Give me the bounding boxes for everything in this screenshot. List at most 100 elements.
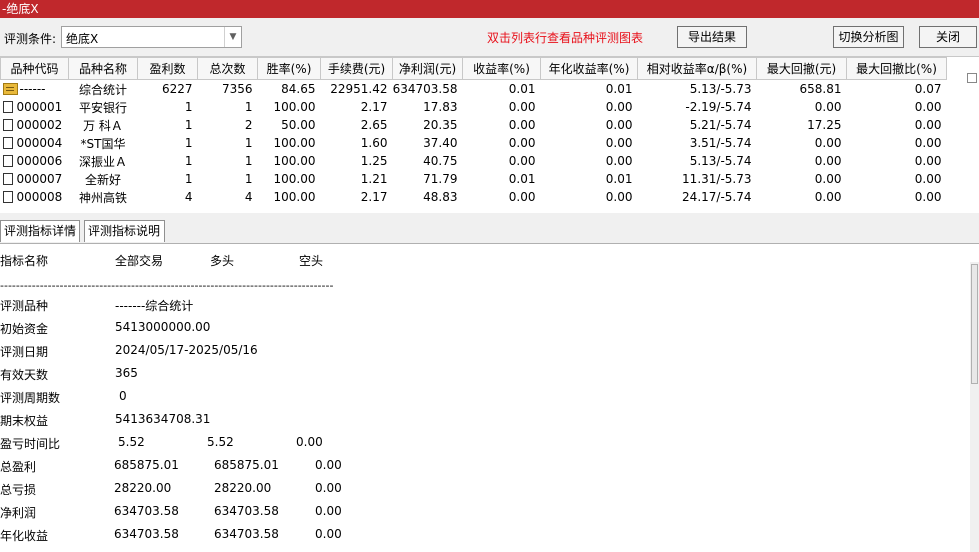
cell: 11.31/-5.73 [682,172,752,186]
cell: 0.00 [914,100,942,114]
metric-short-value: 0.00 [315,504,342,518]
metric-label: 评测品种 [0,299,49,313]
cell: 24.17/-5.74 [682,190,752,204]
cell: 0.01 [605,82,633,96]
table-row[interactable]: ------ 综合统计 6227 7356 84.65 22951.42 634703.58… [1,80,947,99]
column-header[interactable]: 最大回撤(元) [756,57,847,80]
detail-tabs: 评测指标详情 评测指标说明 [0,213,979,244]
cell: 17.83 [423,100,458,114]
column-header[interactable]: 相对收益率α/β(%) [637,57,757,80]
cell: 1 [184,100,193,114]
column-header[interactable]: 最大回撤比(%) [846,57,947,80]
cell: 1 [184,154,193,168]
cell: 0.00 [814,100,842,114]
cell: 1 [244,154,253,168]
condition-select[interactable]: 绝底X ▼ [61,26,242,48]
cell: 0.00 [914,172,942,186]
column-header[interactable]: 品种代码 [0,57,69,80]
divider-line: ----------------------------------------… [0,279,334,292]
cell: 1.21 [360,172,388,186]
metric-long-value: 634703.58 [214,504,279,518]
cell: 0.00 [508,190,536,204]
cell: 71.79 [423,172,458,186]
metric-all-value: 5413634708.31 [115,412,211,426]
cell: 000001 [1,98,69,116]
cell: 0.01 [605,172,633,186]
cell: 0.00 [508,154,536,168]
column-header[interactable]: 手续费(元) [320,57,393,80]
table-row[interactable]: 000004 *ST国华 1 1 100.00 1.60 37.40 0.00 0.00 3.51… [1,134,947,152]
cell-code: 000002 [16,118,63,132]
title-bar: -绝底X [0,0,979,18]
cell: 0.00 [914,118,942,132]
condition-value: 绝底X [66,32,99,46]
cell: 5.13/-5.74 [689,154,752,168]
cell: 3.51/-5.74 [689,136,752,150]
chevron-down-icon[interactable]: ▼ [224,27,241,47]
document-icon [2,101,13,113]
metric-short-value: 0.00 [315,527,342,541]
metric-label: 总亏损 [0,483,37,497]
cell: 658.81 [799,82,842,96]
column-header[interactable]: 净利润(元) [392,57,463,80]
document-icon [2,137,13,149]
scrollbar-thumb[interactable] [971,264,978,384]
column-header[interactable]: 胜率(%) [257,57,321,80]
cell: 0.00 [814,136,842,150]
metric-label: 有效天数 [0,368,49,382]
results-grid[interactable]: 品种代码 品种名称 盈利数 总次数 胜率(%) 手续费(元) 净利润(元) 收益率(%) 年化收… [0,56,979,214]
cell: ------ [1,80,69,99]
cell: 0.00 [914,136,942,150]
column-header[interactable]: 总次数 [197,57,258,80]
cell: 5.21/-5.74 [689,118,752,132]
tab-detail[interactable]: 评测指标详情 [0,220,80,242]
metric-long-value: 634703.58 [214,527,279,541]
cell: 100.00 [273,172,316,186]
cell: 1 [244,172,253,186]
table-row[interactable]: 000006 深振业Ａ 1 1 100.00 1.25 40.75 0.00 0.00 5.13/… [1,152,947,170]
column-header[interactable]: 收益率(%) [462,57,541,80]
cell: 0.00 [914,154,942,168]
cell-code: 000007 [16,172,63,186]
cell: 40.75 [423,154,458,168]
table-row[interactable]: 000002 万 科Ａ 1 2 50.00 2.65 20.35 0.00 0.00 5.21/-… [1,116,947,134]
detail-header-long: 多头 [210,254,235,268]
detail-header-name: 指标名称 [0,254,49,268]
table-row[interactable]: 000007 全新好 1 1 100.00 1.21 71.79 0.01 0.01 11.31/… [1,170,947,188]
export-button[interactable]: 导出结果 [677,26,747,48]
cell: 1.25 [360,154,388,168]
close-button[interactable]: 关闭 [919,26,977,48]
cell: 0.07 [914,82,942,96]
column-header[interactable]: 品种名称 [68,57,138,80]
tab-explain[interactable]: 评测指标说明 [84,220,165,242]
hint-text: 双击列表行查看品种评测图表 [487,31,644,45]
column-header[interactable]: 盈利数 [137,57,198,80]
cell: 1 [184,118,193,132]
metric-all-value: 634703.58 [114,527,179,541]
cell: 0.01 [508,172,536,186]
table-row[interactable]: 000001 平安银行 1 1 100.00 2.17 17.83 0.00 0.00 -2.19… [1,98,947,116]
cell: 17.25 [807,118,842,132]
document-icon [2,119,13,131]
cell: 1 [184,136,193,150]
cell: 100.00 [273,136,316,150]
cell: 0.00 [914,190,942,204]
cell: 0.01 [508,82,536,96]
cell: 000002 [1,116,69,134]
cell: 神州高铁 [78,190,127,205]
cell: 平安银行 [78,100,127,115]
cell: 2.17 [360,190,388,204]
cell: 100.00 [273,100,316,114]
detail-header-short: 空头 [299,254,324,268]
metric-all-value: 365 [115,366,138,380]
cell: 0.00 [605,100,633,114]
cell-code: 000008 [16,190,63,204]
table-row[interactable]: 000008 神州高铁 4 4 100.00 2.17 48.83 0.00 0.00 24.17… [1,188,947,206]
window-title: -绝底X [2,2,39,16]
cell: 1.60 [360,136,388,150]
switch-chart-button[interactable]: 切换分析图 [833,26,904,48]
cell: 0.00 [605,118,633,132]
cell: 2 [244,118,253,132]
scrollbar[interactable] [967,73,977,83]
column-header[interactable]: 年化收益率(%) [540,57,638,80]
